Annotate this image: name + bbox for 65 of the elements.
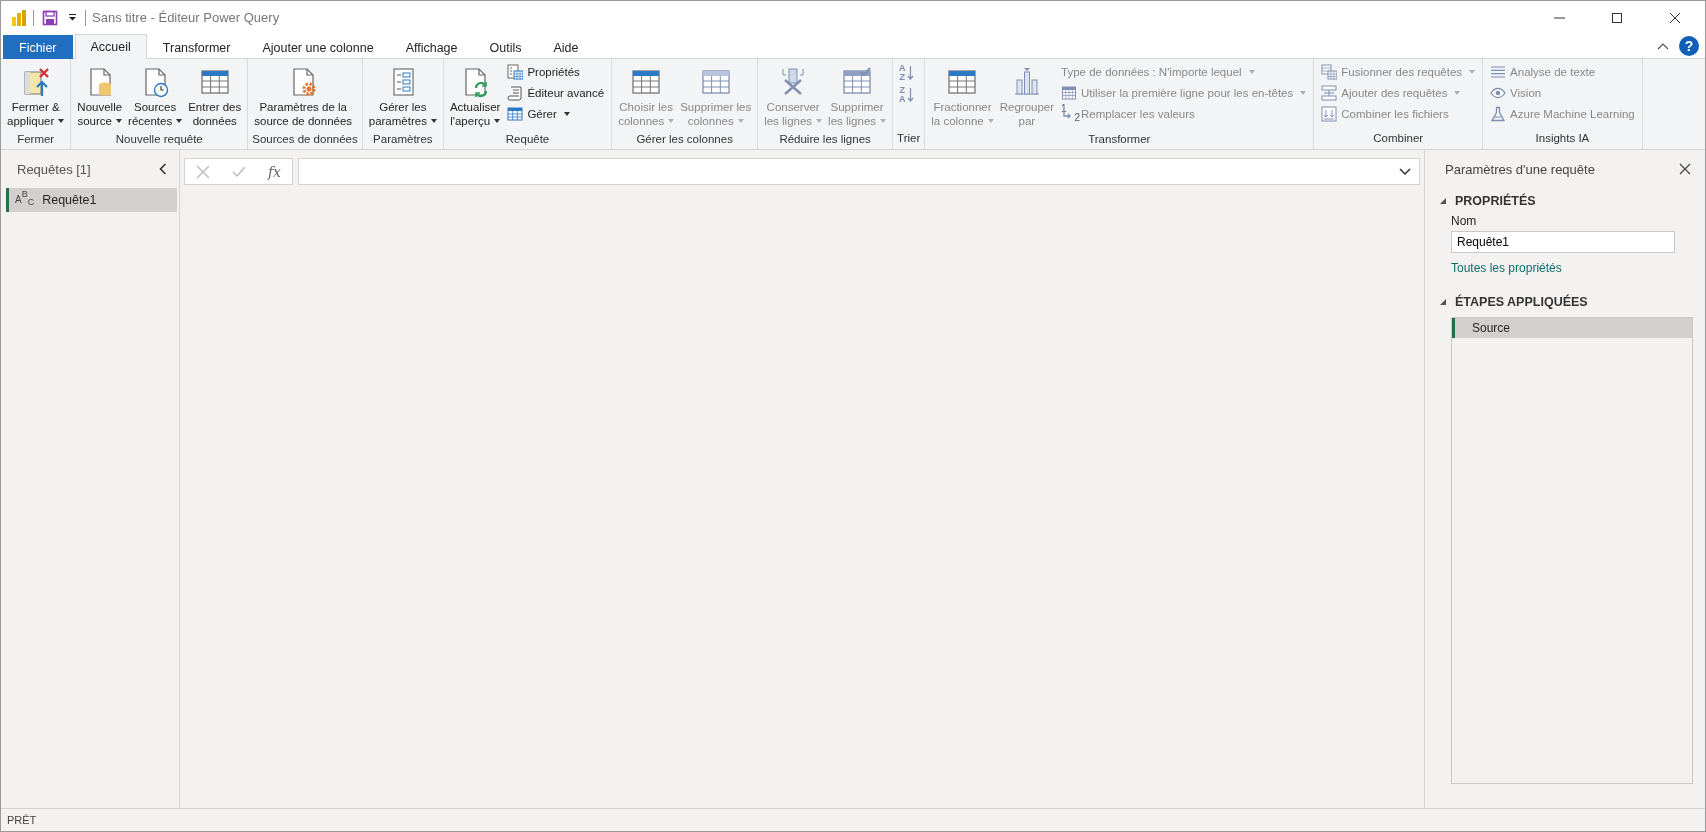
group-label: Transformer: [1087, 132, 1152, 147]
ribbon-tab[interactable]: Transformer: [146, 35, 247, 59]
group-label: Paramètres: [372, 132, 434, 147]
text-lines-icon: [1490, 63, 1507, 80]
ribbon-button[interactable]: Gérer: [504, 104, 608, 123]
group-label: Gérer les colonnes: [635, 132, 734, 147]
window-title: Sans titre - Éditeur Power Query: [92, 10, 280, 25]
save-icon: [42, 9, 58, 26]
group-label: Sources de données: [252, 132, 358, 147]
properties-link[interactable]: Toutes les propriétés: [1451, 261, 1693, 275]
ribbon-button[interactable]: Nouvelle source: [75, 62, 125, 130]
grid-icon: [1061, 84, 1078, 101]
help-button[interactable]: ?: [1679, 36, 1699, 56]
ribbon-button[interactable]: Sources récentes: [126, 62, 185, 130]
bar-chart-logo-icon: [11, 8, 27, 27]
ribbon-button[interactable]: Gérer les paramètres: [366, 62, 439, 130]
group-label: Insights IA: [1534, 131, 1591, 146]
group-label: Trier: [897, 131, 921, 146]
close-button[interactable]: [1677, 161, 1693, 177]
scroll-icon: [507, 84, 524, 101]
group-label: Combiner: [1372, 131, 1425, 146]
group-label: Réduire les lignes: [778, 132, 872, 147]
append-icon: [1321, 84, 1338, 101]
formula-field[interactable]: [298, 158, 1420, 185]
group-label: Requête: [504, 132, 551, 147]
caret-icon: [68, 13, 77, 22]
close-icon: [1679, 163, 1691, 175]
step-item[interactable]: Source: [1452, 318, 1692, 338]
check-icon: [231, 164, 246, 179]
properties-icon: [507, 63, 524, 80]
chevron-left-icon: [159, 163, 167, 175]
ribbon-tab[interactable]: Outils: [473, 35, 538, 59]
status-text: PRÊT: [7, 814, 37, 826]
ribbon-tab[interactable]: Affichage: [389, 35, 474, 59]
arrow-down-icon: [906, 87, 914, 103]
ribbon-button[interactable]: Fermer & appliquer: [5, 62, 67, 130]
name-field[interactable]: Requête1: [1451, 231, 1675, 253]
table-icon: [507, 105, 524, 122]
maximize-icon: [1610, 11, 1624, 24]
combine-files-icon: [1321, 105, 1338, 122]
ribbon-tab[interactable]: Aide: [537, 35, 595, 59]
chevron-down-icon: [1399, 167, 1411, 176]
section-heading: PROPRIÉTÉS: [1455, 194, 1536, 208]
ribbon-button[interactable]: Paramètres de la source de données: [252, 62, 355, 130]
ribbon-tab[interactable]: Accueil: [74, 34, 147, 59]
close-icon: [1668, 11, 1682, 24]
section-heading: ÉTAPES APPLIQUÉES: [1455, 295, 1588, 309]
function-button[interactable]: fx: [267, 163, 281, 180]
panel-title: Paramètres d'une requête: [1445, 161, 1595, 177]
file-tab[interactable]: Fichier: [3, 35, 73, 59]
close-icon: [196, 164, 210, 179]
ribbon-tab[interactable]: Ajouter une colonne: [246, 35, 390, 59]
collapse-button[interactable]: [157, 161, 169, 177]
group-label: Fermer: [16, 132, 56, 147]
arrow-down-icon: [906, 65, 914, 81]
ribbon-button[interactable]: Entrer des données: [186, 62, 244, 130]
merge-table-icon: [1321, 63, 1338, 80]
chevron-up-icon: [1657, 42, 1669, 50]
ribbon-button[interactable]: Éditeur avancé: [504, 83, 608, 102]
group-label: Nouvelle requête: [114, 132, 204, 147]
ribbon-button[interactable]: Propriétés: [504, 62, 608, 81]
field-label: Nom: [1451, 214, 1478, 228]
ribbon-button[interactable]: Actualiser l'aperçu: [447, 62, 503, 130]
panel-title: Requêtes [1]: [17, 161, 91, 177]
flask-icon: [1490, 105, 1507, 122]
